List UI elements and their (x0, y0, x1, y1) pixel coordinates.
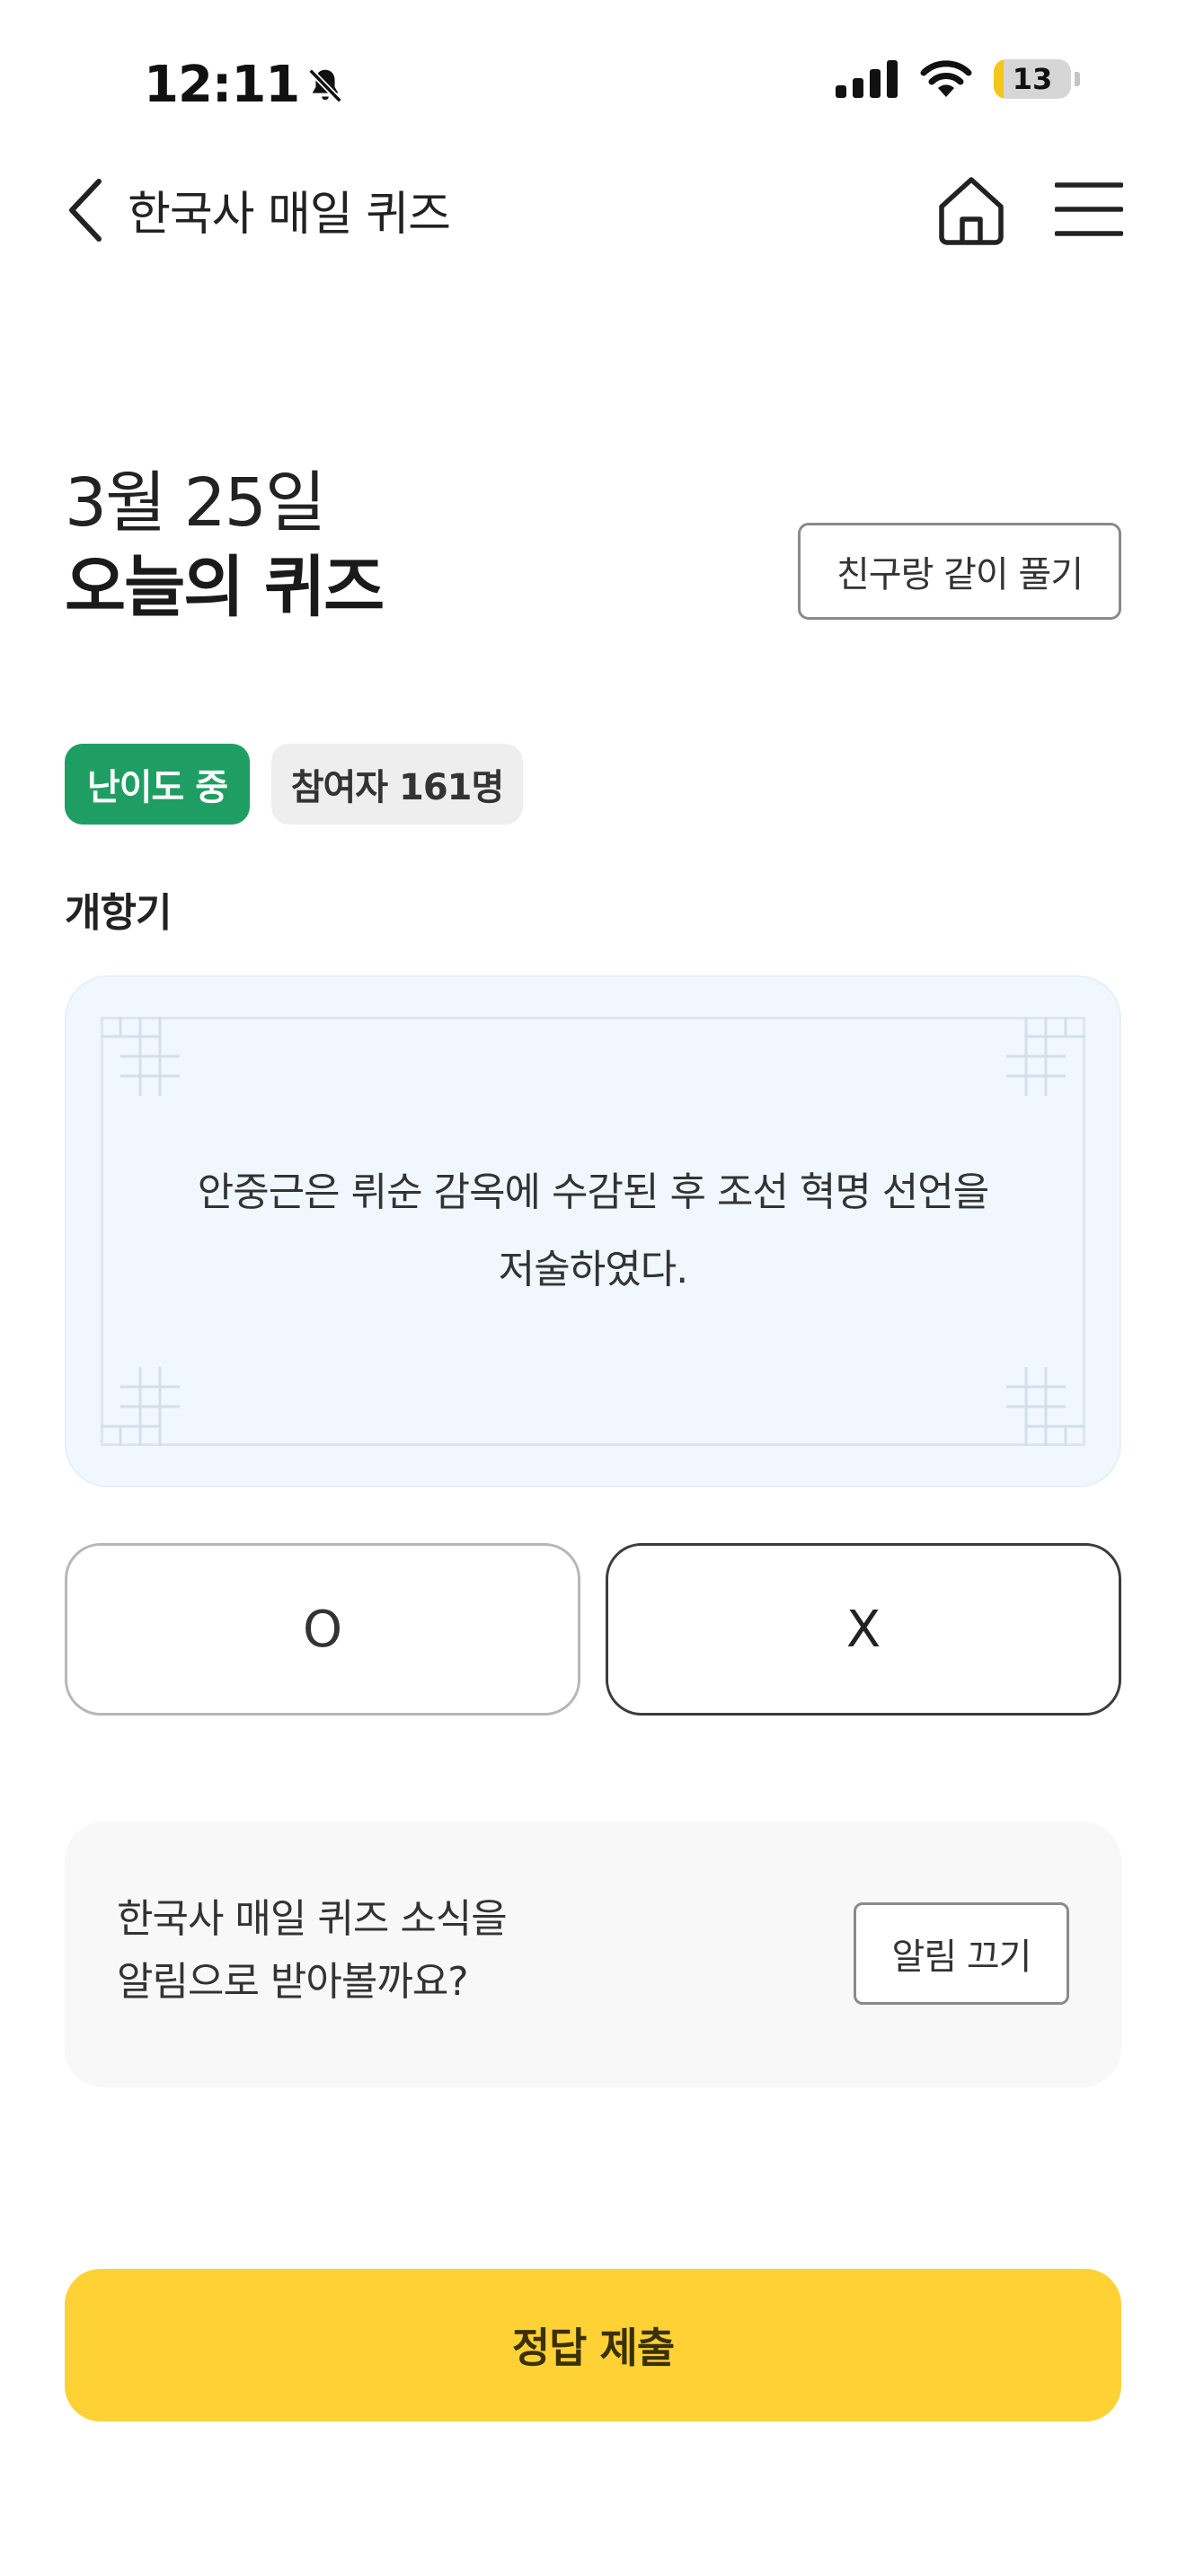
home-icon (939, 177, 1004, 245)
battery-icon: 13 (994, 59, 1071, 99)
difficulty-badge: 난이도 중 (65, 744, 250, 825)
participants-badge: 참여자 161명 (271, 744, 523, 825)
question-card: 안중근은 뤼순 감옥에 수감된 후 조선 혁명 선언을 저술하였다. (65, 975, 1121, 1487)
answer-o-button[interactable]: O (65, 1543, 580, 1716)
status-time-text: 12:11 (144, 56, 300, 114)
menu-icon (1054, 182, 1124, 236)
page-title: 오늘의 퀴즈 (65, 549, 385, 626)
answer-x-button[interactable]: X (606, 1543, 1121, 1716)
back-chevron-icon (69, 179, 102, 242)
cellular-signal-icon (836, 60, 898, 98)
notification-card: 한국사 매일 퀴즈 소식을 알림으로 받아볼까요? 알림 끄기 (65, 1822, 1121, 2087)
back-button[interactable] (63, 176, 108, 244)
question-line-2: 저술하였다. (498, 1247, 688, 1292)
home-button[interactable] (934, 172, 1008, 246)
quiz-date: 3월 25일 (65, 464, 326, 542)
submit-answer-button[interactable]: 정답 제출 (65, 2269, 1121, 2422)
wifi-icon (920, 60, 972, 97)
question-text: 안중근은 뤼순 감옥에 수감된 후 조선 혁명 선언을 저술하였다. (156, 977, 1030, 1486)
question-line-1: 안중근은 뤼순 감옥에 수감된 후 조선 혁명 선언을 (197, 1169, 990, 1215)
menu-button[interactable] (1054, 180, 1124, 239)
notification-off-button[interactable]: 알림 끄기 (854, 1902, 1069, 2005)
battery-cap (1075, 72, 1080, 86)
battery-fill (994, 59, 1005, 99)
quiz-category: 개항기 (65, 890, 172, 936)
bell-slash-icon (308, 67, 343, 103)
header-title: 한국사 매일 퀴즈 (128, 188, 451, 242)
notification-message: 한국사 매일 퀴즈 소식을 알림으로 받아볼까요? (117, 1888, 508, 2014)
battery-level-text: 13 (1012, 62, 1053, 96)
solve-with-friend-button[interactable]: 친구랑 같이 풀기 (798, 523, 1121, 620)
notification-line-2: 알림으로 받아볼까요? (117, 1959, 469, 2005)
status-time: 12:11 (144, 56, 346, 114)
notification-line-1: 한국사 매일 퀴즈 소식을 (117, 1896, 508, 1942)
status-indicators: 13 (836, 59, 1080, 99)
